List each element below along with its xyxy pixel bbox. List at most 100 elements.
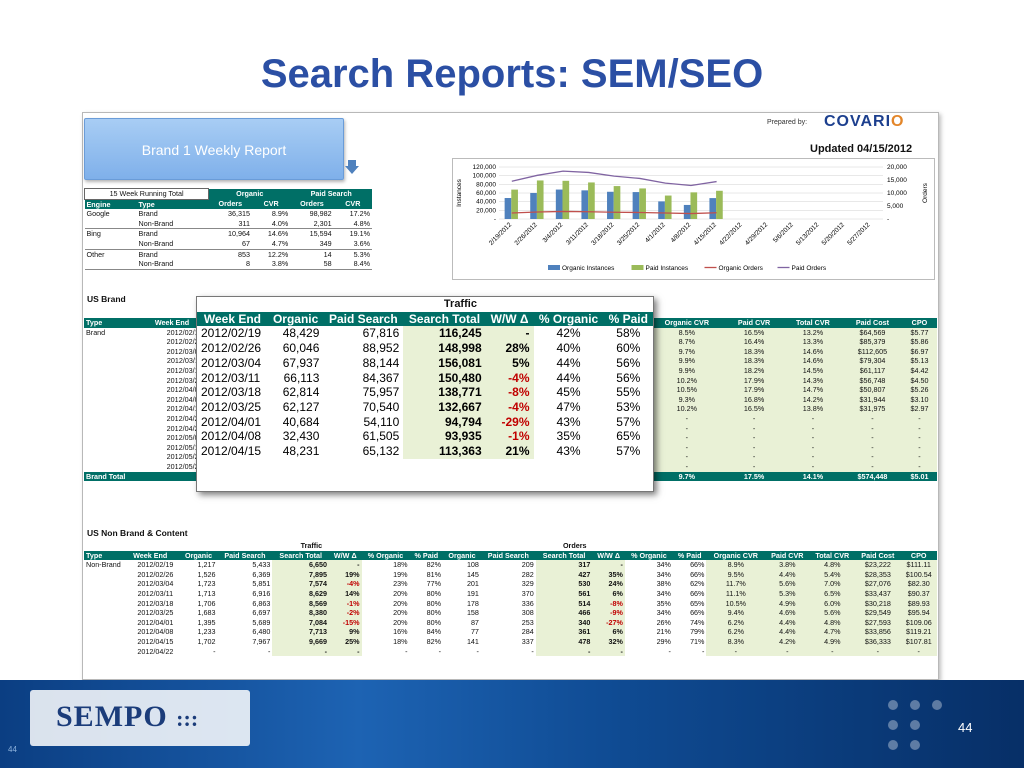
- empty-cell: [84, 356, 153, 366]
- table-cell: 10.2%: [648, 375, 726, 386]
- zoom-cell: 28%: [485, 341, 534, 356]
- y-axis-label: Instances: [456, 178, 463, 207]
- bar-organic-instances: [555, 189, 563, 219]
- zoom-cell: 2012/03/18: [201, 385, 262, 400]
- y-tick-label: -: [494, 216, 496, 223]
- zoom-cell: 75,957: [362, 385, 400, 400]
- running-col-header: Orders: [290, 199, 334, 210]
- table-cell: -: [782, 461, 843, 472]
- table-cell: -: [706, 646, 766, 657]
- table-cell: 4.8%: [333, 218, 372, 230]
- table-cell: 4.8%: [809, 560, 856, 570]
- zoom-cell: 53%: [616, 399, 641, 414]
- table-cell: 18.2%: [725, 365, 783, 376]
- brand-report-button[interactable]: Brand 1 Weekly Report: [84, 118, 344, 180]
- col-header: W/W Δ: [592, 550, 625, 561]
- bar-paid-instances: [562, 180, 570, 219]
- x-tick-label: 5/13/2012: [795, 221, 821, 247]
- table-cell: -: [268, 646, 271, 656]
- table-cell: 13.8%: [782, 404, 843, 414]
- y-tick-label: 100,000: [473, 173, 497, 180]
- running-col-header: CVR: [252, 199, 291, 210]
- table-cell: $27,076: [855, 579, 901, 589]
- table-cell: -: [782, 442, 843, 453]
- table-cell: [84, 579, 131, 589]
- table-cell: 8.4%: [333, 259, 372, 270]
- table-cell: $31,975: [842, 404, 902, 414]
- table-cell: 3.6%: [333, 238, 372, 250]
- col-header: % Organic: [361, 550, 410, 561]
- table-cell: 14.6%: [782, 346, 843, 357]
- table-cell: Non-Brand: [136, 218, 209, 230]
- decor-dot: [888, 740, 898, 750]
- table-cell: 14.6%: [267, 229, 289, 239]
- table-cell: 8.7%: [648, 337, 726, 347]
- table-cell: $3.10: [901, 394, 937, 405]
- zoom-cell: 61,505: [362, 429, 400, 444]
- legend-label: Organic Instances: [562, 265, 615, 272]
- zoom-row: 2012/02/26 60,046 88,952 148,998 28% 40% 60%: [197, 341, 653, 356]
- zoom-col-header: Week End: [197, 311, 268, 327]
- table-cell: 2,301: [290, 218, 334, 230]
- table-cell: 337: [521, 636, 534, 646]
- col-header: % Organic: [624, 550, 673, 561]
- table-cell: $82.30: [900, 579, 937, 589]
- table-cell: 66%: [690, 608, 705, 618]
- table-cell: $119.21: [900, 627, 937, 637]
- table-cell: 8,629: [272, 588, 330, 599]
- organic-group-header: Organic: [208, 188, 291, 200]
- bar-paid-instances: [690, 192, 698, 219]
- table-cell: 4.6%: [765, 608, 810, 618]
- table-row: Non-Brand 67 4.7% 349 3.6%: [84, 238, 372, 250]
- x-tick-label: 3/4/2012: [542, 221, 565, 244]
- table-cell: $79,304: [842, 356, 902, 366]
- total-cell: Brand Total: [84, 471, 153, 482]
- table-cell: 1,713: [197, 588, 216, 598]
- table-cell: 14%: [329, 588, 362, 599]
- table-cell: 19%: [329, 569, 362, 580]
- empty-cell: [84, 433, 153, 443]
- table-cell: 38%: [656, 579, 671, 589]
- table-row: Bing Brand 10,964 14.6% 15,594 19.1%: [85, 229, 373, 239]
- zoom-cell: 48,429: [282, 326, 320, 341]
- table-cell: 6.5%: [809, 588, 856, 599]
- table-cell: 4.0%: [252, 218, 291, 230]
- col-header-type: Type: [84, 318, 153, 328]
- table-row: Google Brand 36,315 8.9% 98,982 17.2%: [85, 209, 373, 219]
- zoom-cell: 56%: [616, 355, 641, 370]
- table-cell: 2012/03/11: [137, 588, 174, 598]
- table-cell: Brand: [138, 249, 158, 259]
- table-cell: 7,967: [252, 636, 271, 646]
- table-cell: 370: [521, 588, 534, 598]
- table-cell: -: [725, 423, 783, 434]
- x-tick-label: 4/8/2012: [670, 221, 693, 244]
- table-cell: 10,964: [228, 229, 250, 239]
- table-cell: 6%: [592, 588, 625, 599]
- bar-organic-instances: [581, 190, 589, 219]
- zoom-cell: 43%: [556, 444, 581, 459]
- col-header: Type: [84, 550, 132, 561]
- table-cell: 34%: [656, 560, 671, 570]
- decor-dot: [910, 740, 920, 750]
- table-cell: -: [725, 442, 783, 453]
- table-cell: -: [725, 433, 783, 443]
- chart-svg: -20,00040,00060,00080,000100,000120,000-…: [456, 164, 929, 272]
- table-cell: $5.26: [901, 385, 937, 395]
- table-cell: -: [648, 433, 726, 443]
- table-cell: 284: [521, 627, 534, 637]
- us-nonbrand-table: Traffic Orders Type Week End Organic Paid Sea…: [84, 541, 937, 657]
- table-cell: 1,395: [197, 617, 216, 627]
- table-cell: -: [901, 423, 937, 434]
- table-cell: $107.81: [900, 636, 937, 647]
- bar-organic-instances: [632, 192, 640, 219]
- empty-cell: [84, 452, 153, 462]
- table-cell: [84, 618, 131, 628]
- table-cell: 34%: [656, 569, 671, 579]
- table-cell: $111.11: [900, 560, 937, 570]
- decor-dot: [910, 700, 920, 710]
- table-cell: Non-Brand: [86, 560, 121, 570]
- legend-swatch: [631, 265, 644, 270]
- legend-label: Paid Orders: [792, 265, 827, 272]
- bar-organic-instances: [504, 198, 512, 219]
- table-row: Non-Brand 311 4.0% 2,301 4.8%: [84, 218, 372, 230]
